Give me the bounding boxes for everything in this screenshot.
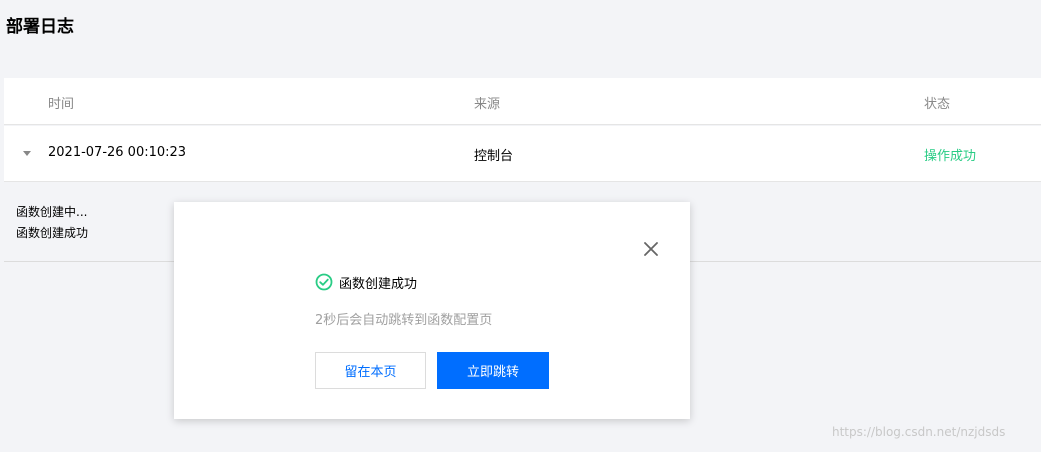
stay-on-page-button[interactable]: 留在本页 [315,352,426,389]
check-circle-icon [315,273,333,291]
log-line: 函数创建中... [16,205,88,219]
success-message: 函数创建成功 [339,276,418,292]
page-title: 部署日志 [6,17,74,37]
row-status: 操作成功 [924,149,977,164]
row-source: 控制台 [474,149,514,164]
table-row[interactable]: 2021-07-26 00:10:23 控制台 操作成功 [4,126,1041,182]
jump-now-button[interactable]: 立即跳转 [437,352,549,389]
success-message-row: 函数创建成功 [315,272,417,292]
caret-down-icon[interactable] [22,148,32,158]
column-header-status: 状态 [924,97,951,112]
close-icon[interactable] [642,240,660,258]
success-dialog: 函数创建成功 2秒后会自动跳转到函数配置页 留在本页 立即跳转 [174,202,690,419]
redirect-hint: 2秒后会自动跳转到函数配置页 [315,313,493,328]
table-header: 时间 来源 状态 [4,78,1041,125]
column-header-time: 时间 [48,97,75,112]
row-time: 2021-07-26 00:10:23 [48,145,187,160]
watermark: https://blog.csdn.net/nzjdsds [832,425,1006,439]
column-header-source: 来源 [474,97,501,112]
log-line: 函数创建成功 [16,226,89,240]
